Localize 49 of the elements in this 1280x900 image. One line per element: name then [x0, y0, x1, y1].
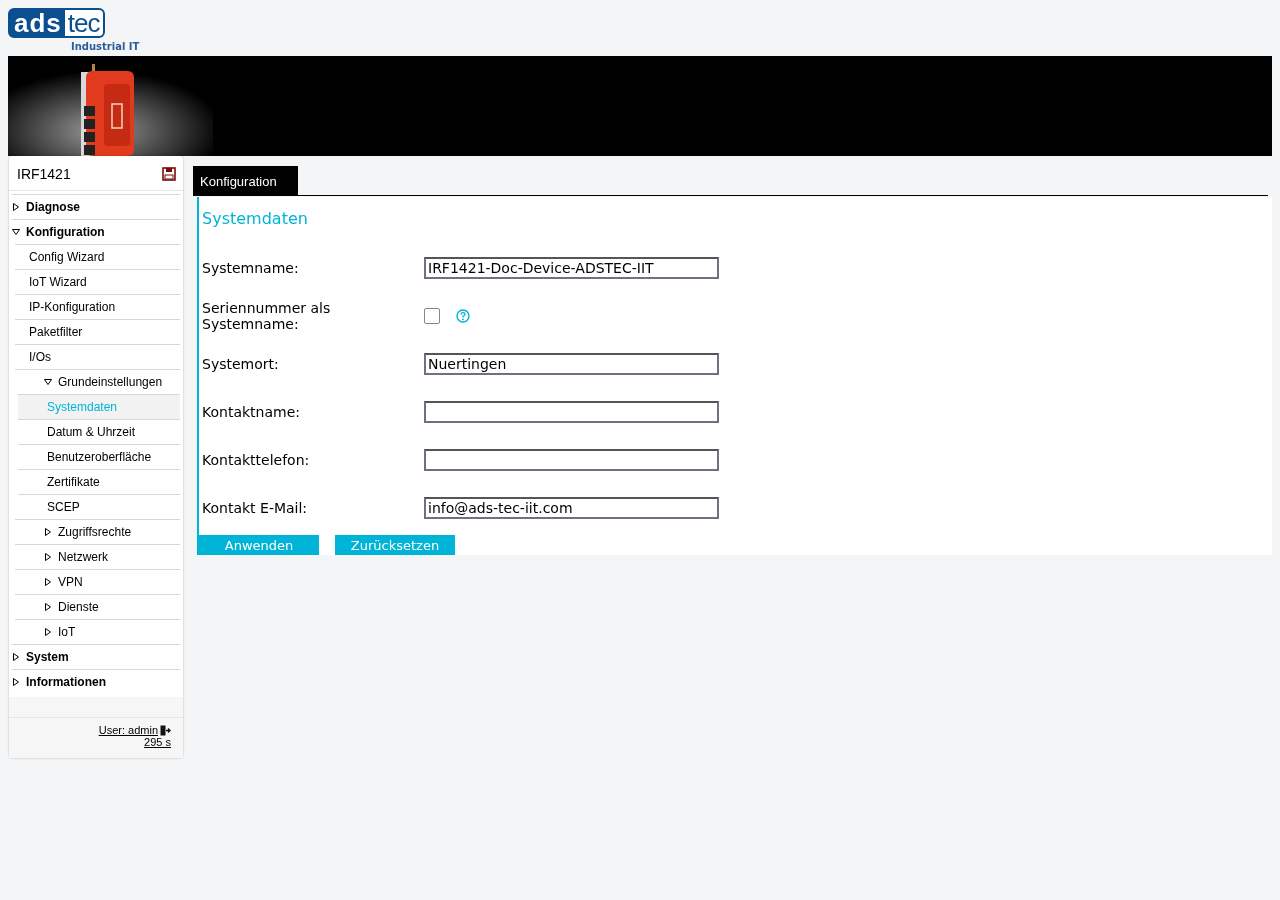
triangle-icon — [12, 678, 20, 686]
nav-folder[interactable]: Zugriffsrechte — [15, 519, 180, 544]
nav-folder[interactable]: Konfiguration — [12, 219, 180, 244]
nav-item[interactable]: IP-Konfiguration — [15, 294, 180, 319]
nav-folder[interactable]: System — [12, 644, 180, 669]
nav-item[interactable]: I/Os — [15, 344, 180, 369]
nav-item[interactable]: Paketfilter — [15, 319, 180, 344]
triangle-icon — [44, 553, 52, 561]
input-field[interactable] — [424, 449, 719, 471]
input-field[interactable]: IRF1421-Doc-Device-ADSTEC-IIT — [424, 257, 719, 279]
field-label: Seriennummer als Systemname: — [201, 299, 332, 334]
checkbox[interactable] — [424, 308, 440, 324]
triangle-icon — [44, 603, 52, 611]
nav-folder[interactable]: IoT — [15, 619, 180, 644]
triangle-icon — [44, 628, 52, 636]
save-icon[interactable] — [162, 167, 176, 181]
triangle-icon — [12, 203, 20, 211]
nav-item[interactable]: Config Wizard — [15, 244, 180, 269]
company-logo: ads tec — [8, 8, 105, 38]
triangle-icon — [44, 378, 52, 386]
tab[interactable]: Konfiguration — [193, 166, 298, 195]
nav-folder[interactable]: Informationen — [12, 669, 180, 694]
logout-icon[interactable] — [160, 724, 171, 736]
field-label: Kontaktname: — [201, 403, 301, 422]
nav-folder[interactable]: Diagnose — [12, 194, 180, 219]
triangle-icon — [44, 528, 52, 536]
triangle-icon — [12, 653, 20, 661]
logo-tagline: Industrial IT — [71, 41, 140, 52]
nav-item[interactable]: SCEP — [18, 494, 180, 519]
field-label: Systemort: — [201, 355, 280, 374]
nav-folder[interactable]: VPN — [15, 569, 180, 594]
input-field[interactable]: info@ads-tec-iit.com — [424, 497, 719, 519]
nav-item[interactable]: IoT Wizard — [15, 269, 180, 294]
input-field[interactable] — [424, 401, 719, 423]
field-label: Kontakttelefon: — [201, 451, 311, 470]
section-title: Systemdaten — [202, 209, 309, 228]
field-label: Kontakt E-Mail: — [201, 499, 309, 518]
nav-item[interactable]: Benutzeroberfläche — [18, 444, 180, 469]
session-timer[interactable]: 295 s — [144, 736, 171, 748]
field-label: Systemname: — [201, 259, 300, 278]
nav-folder[interactable]: Dienste — [15, 594, 180, 619]
nav-item[interactable]: Datum & Uhrzeit — [18, 419, 180, 444]
nav-item[interactable]: Zertifikate — [18, 469, 180, 494]
triangle-icon — [44, 578, 52, 586]
triangle-icon — [12, 228, 20, 236]
device-name: IRF1421 — [17, 166, 71, 182]
user-link[interactable]: User: admin — [98, 724, 158, 736]
input-field[interactable]: Nuertingen — [424, 353, 719, 375]
nav-folder[interactable]: Netzwerk — [15, 544, 180, 569]
